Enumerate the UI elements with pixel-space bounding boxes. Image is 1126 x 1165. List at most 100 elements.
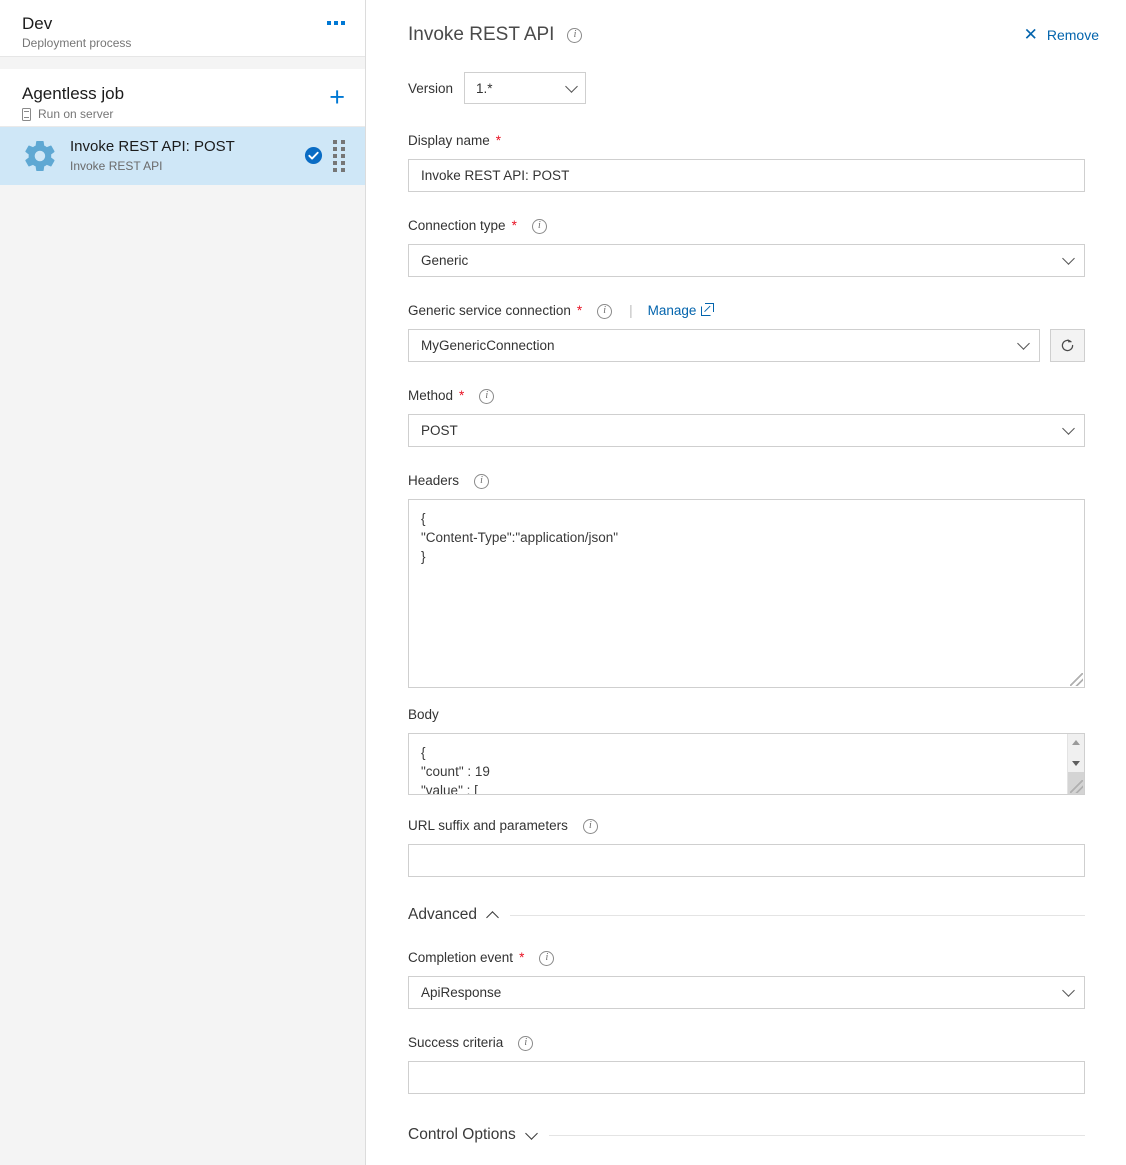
remove-button-label: Remove [1047, 27, 1099, 43]
chevron-down-icon [1062, 422, 1075, 435]
job-subtitle-row: Run on server [22, 106, 124, 122]
connection-type-value: Generic [421, 253, 468, 268]
completion-event-label-row: Completion event * i [408, 949, 1085, 967]
manage-link-label: Manage [648, 302, 697, 320]
url-suffix-label: URL suffix and parameters [408, 817, 568, 835]
task-item-subtitle: Invoke REST API [70, 158, 304, 174]
drag-dot [341, 161, 345, 165]
scroll-down-icon[interactable] [1068, 755, 1085, 772]
body-scrollbar[interactable] [1067, 734, 1084, 794]
scrollbar-thumb[interactable] [1068, 772, 1085, 794]
info-icon[interactable]: i [479, 389, 494, 404]
remove-button[interactable]: ✕ Remove [1018, 23, 1105, 47]
completion-event-select[interactable]: ApiResponse [408, 976, 1085, 1009]
deployment-process-header: Dev Deployment process [0, 0, 365, 57]
gear-icon [22, 138, 62, 174]
success-criteria-label-row: Success criteria i [408, 1034, 1085, 1052]
page-title: Invoke REST API [408, 23, 554, 47]
process-header-text: Dev Deployment process [22, 13, 131, 51]
display-name-label-row: Display name * [408, 132, 1085, 150]
version-value: 1.* [476, 81, 493, 96]
field-completion-event: Completion event * i ApiResponse [408, 949, 1085, 1009]
process-title: Dev [22, 13, 131, 34]
section-divider [549, 1135, 1085, 1136]
info-icon[interactable]: i [474, 474, 489, 489]
version-select[interactable]: 1.* [464, 72, 586, 104]
task-list-item-invoke-rest-api[interactable]: Invoke REST API: POST Invoke REST API [0, 127, 365, 185]
task-item-name: Invoke REST API: POST [70, 137, 304, 157]
connection-type-label-row: Connection type * i [408, 217, 1085, 235]
url-suffix-label-row: URL suffix and parameters i [408, 817, 1085, 835]
close-icon: ✕ [1024, 28, 1038, 42]
agentless-job-block: Agentless job Run on server + Invoke RES… [0, 69, 365, 185]
task-item-text: Invoke REST API: POST Invoke REST API [70, 137, 304, 174]
service-connection-row: MyGenericConnection [408, 329, 1085, 362]
refresh-icon[interactable] [1050, 329, 1085, 362]
section-divider [510, 915, 1085, 916]
chevron-up-icon [486, 911, 499, 924]
pipeline-sidebar: Dev Deployment process Agentless job Run… [0, 0, 366, 1165]
section-control-options-header[interactable]: Control Options [408, 1126, 1085, 1144]
task-editor-window: Dev Deployment process Agentless job Run… [0, 0, 1126, 1165]
info-icon[interactable]: i [583, 819, 598, 834]
chevron-down-icon [1062, 984, 1075, 997]
required-asterisk: * [519, 949, 524, 967]
success-criteria-input[interactable] [408, 1061, 1085, 1094]
method-select[interactable]: POST [408, 414, 1085, 447]
drag-handle-icon[interactable] [333, 140, 353, 172]
method-value: POST [421, 423, 458, 438]
version-label: Version [408, 81, 453, 96]
field-display-name: Display name * Invoke REST API: POST [408, 132, 1085, 192]
ellipsis-dot [341, 21, 345, 25]
completion-event-value: ApiResponse [421, 985, 501, 1000]
url-suffix-input[interactable] [408, 844, 1085, 877]
ellipsis-icon[interactable] [323, 15, 349, 31]
required-asterisk: * [512, 217, 517, 235]
drag-dot [333, 168, 337, 172]
section-advanced-header[interactable]: Advanced [408, 906, 1085, 924]
manage-link[interactable]: Manage [648, 302, 712, 320]
headers-textarea[interactable]: { "Content-Type":"application/json" } [408, 499, 1085, 688]
job-subtitle: Run on server [38, 106, 113, 122]
info-icon[interactable]: i [518, 1036, 533, 1051]
info-icon[interactable]: i [567, 28, 582, 43]
method-label-row: Method * i [408, 387, 1085, 405]
chevron-down-icon [1017, 337, 1030, 350]
add-task-button[interactable]: + [325, 85, 349, 109]
headers-value: { "Content-Type":"application/json" } [421, 511, 618, 564]
headers-label-row: Headers i [408, 472, 1085, 490]
info-icon[interactable]: i [539, 951, 554, 966]
resize-handle[interactable] [1070, 673, 1083, 686]
ellipsis-dot [334, 21, 338, 25]
connection-type-select[interactable]: Generic [408, 244, 1085, 277]
task-detail-header: Invoke REST API i ✕ Remove [386, 20, 1106, 50]
drag-dot [333, 140, 337, 144]
chevron-down-icon [525, 1127, 538, 1140]
external-link-icon [701, 306, 711, 316]
drag-dot [341, 168, 345, 172]
display-name-label: Display name [408, 132, 490, 150]
task-detail-pane: Invoke REST API i ✕ Remove Version 1.* [366, 0, 1126, 1165]
section-advanced-label: Advanced [408, 906, 477, 924]
job-title: Agentless job [22, 83, 124, 104]
display-name-input[interactable]: Invoke REST API: POST [408, 159, 1085, 192]
service-connection-select[interactable]: MyGenericConnection [408, 329, 1040, 362]
field-body: Body { "count" : 19 "value" : [ [408, 706, 1085, 795]
process-subtitle: Deployment process [22, 35, 131, 51]
drag-dot [333, 161, 337, 165]
info-icon[interactable]: i [532, 219, 547, 234]
required-asterisk: * [459, 387, 464, 405]
body-textarea[interactable]: { "count" : 19 "value" : [ [408, 733, 1085, 795]
required-asterisk: * [496, 132, 501, 150]
completion-event-label: Completion event [408, 949, 513, 967]
chevron-down-icon [565, 80, 578, 93]
ellipsis-dot [327, 21, 331, 25]
job-header-text: Agentless job Run on server [22, 83, 124, 122]
headers-label: Headers [408, 472, 459, 490]
scroll-up-icon[interactable] [1068, 734, 1085, 751]
service-connection-label: Generic service connection [408, 302, 571, 320]
info-icon[interactable]: i [597, 304, 612, 319]
section-control-options-label: Control Options [408, 1126, 516, 1144]
drag-dot [341, 140, 345, 144]
agentless-job-header[interactable]: Agentless job Run on server + [0, 69, 365, 127]
